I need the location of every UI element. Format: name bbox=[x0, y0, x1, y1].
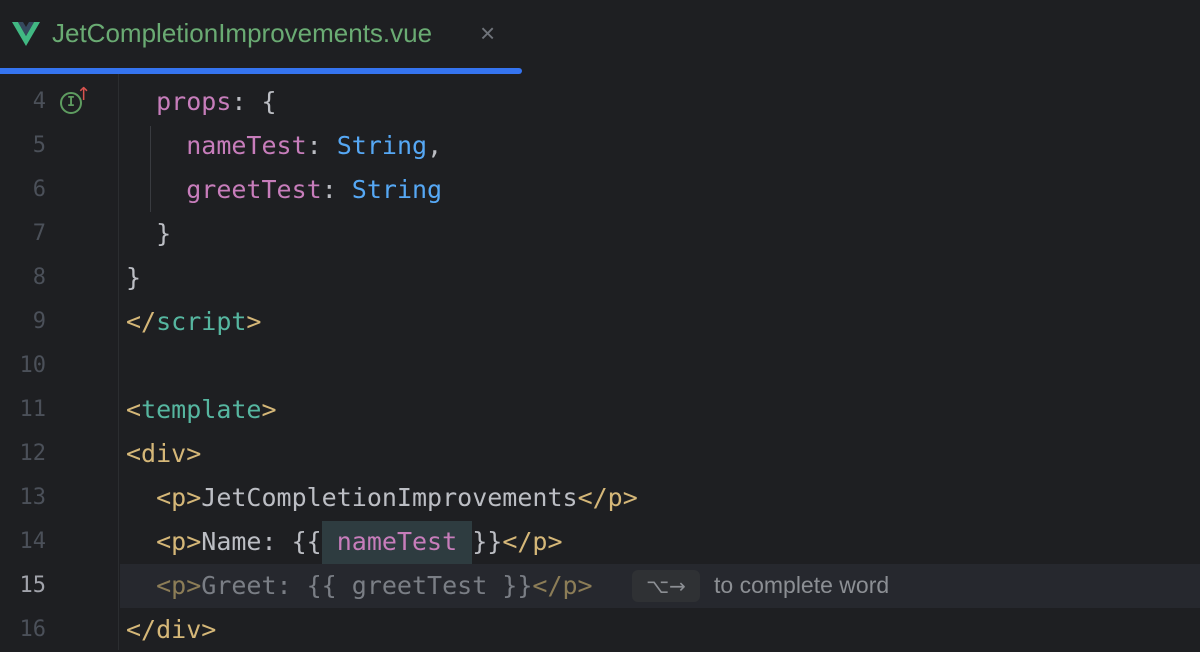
code-token: , bbox=[427, 131, 442, 160]
editor-tab-bar: JetCompletionImprovements.vue × bbox=[0, 0, 1200, 74]
code-token: String bbox=[352, 175, 442, 204]
vue-icon bbox=[12, 22, 40, 46]
code-text: props: { bbox=[126, 87, 277, 116]
line-number: 14 bbox=[0, 529, 46, 554]
code-token bbox=[126, 571, 156, 600]
code-token: < bbox=[126, 395, 141, 424]
line-number: 6 bbox=[0, 177, 46, 202]
code-token: </p> bbox=[502, 527, 562, 556]
code-token bbox=[126, 175, 186, 204]
code-line[interactable]: 9 </script> bbox=[0, 300, 1200, 344]
code-token: > bbox=[246, 307, 261, 336]
code-text: <p>JetCompletionImprovements</p> bbox=[126, 483, 638, 512]
code-token: </ bbox=[126, 307, 156, 336]
code-line[interactable]: 13 <p>JetCompletionImprovements</p> bbox=[0, 476, 1200, 520]
code-token: <div> bbox=[126, 439, 201, 468]
code-text: greetTest: String bbox=[126, 175, 442, 204]
override-arrow-icon[interactable]: ↑ bbox=[76, 84, 91, 105]
code-token: <p> bbox=[156, 483, 201, 512]
line-number: 12 bbox=[0, 441, 46, 466]
completion-hint-text: to complete word bbox=[714, 572, 889, 599]
code-line[interactable]: 4 props: { bbox=[0, 80, 1200, 124]
line-number: 8 bbox=[0, 265, 46, 290]
code-text: <p>Name: {{ nameTest }}</p> bbox=[126, 527, 563, 556]
code-token bbox=[126, 87, 156, 116]
code-line[interactable]: 12 <div> bbox=[0, 432, 1200, 476]
code-token: } bbox=[126, 219, 171, 248]
code-token bbox=[126, 483, 156, 512]
line-number: 16 bbox=[0, 617, 46, 642]
code-token: </div> bbox=[126, 615, 216, 644]
code-line[interactable]: 8} bbox=[0, 256, 1200, 300]
code-line[interactable]: 10 bbox=[0, 344, 1200, 388]
code-line[interactable]: 11 <template> bbox=[0, 388, 1200, 432]
code-line[interactable]: 7 } bbox=[0, 212, 1200, 256]
code-text: <div> bbox=[126, 439, 201, 468]
code-text: <template> bbox=[126, 395, 277, 424]
line-number: 4 bbox=[0, 89, 46, 114]
code-line[interactable]: 15 <p>Greet: {{ greetTest }}</p> ⌥→ to com… bbox=[0, 564, 1200, 608]
code-token: props bbox=[156, 87, 231, 116]
code-token: </p> bbox=[532, 571, 592, 600]
code-token: > bbox=[261, 395, 276, 424]
shortcut-badge: ⌥→ bbox=[632, 570, 700, 602]
code-text: } bbox=[126, 219, 171, 248]
tab-jetcompletionimprovements-vue[interactable]: JetCompletionImprovements.vue × bbox=[0, 0, 522, 74]
line-number: 15 bbox=[0, 573, 46, 598]
code-text: </script> bbox=[126, 307, 261, 336]
code-token: nameTest bbox=[322, 521, 473, 564]
code-token: greetTest bbox=[186, 175, 321, 204]
code-text: nameTest: String, bbox=[126, 131, 442, 160]
code-token: } bbox=[126, 263, 141, 292]
code-token: template bbox=[141, 395, 261, 424]
code-token: Name: {{ bbox=[201, 527, 321, 556]
line-number: 10 bbox=[0, 353, 46, 378]
code-line[interactable]: 16 </div> bbox=[0, 608, 1200, 652]
code-token: String bbox=[337, 131, 427, 160]
code-token: : bbox=[322, 175, 352, 204]
code-token: Greet: {{ greetTest }} bbox=[201, 571, 532, 600]
code-token bbox=[126, 527, 156, 556]
code-token: <p> bbox=[156, 527, 201, 556]
code-token: script bbox=[156, 307, 246, 336]
code-line[interactable]: 6 greetTest: String bbox=[0, 168, 1200, 212]
code-line[interactable]: 14 <p>Name: {{ nameTest }}</p> bbox=[0, 520, 1200, 564]
code-token: }} bbox=[472, 527, 502, 556]
active-tab-indicator bbox=[0, 68, 522, 74]
close-icon[interactable]: × bbox=[480, 18, 495, 49]
line-number: 7 bbox=[0, 221, 46, 246]
code-token: </p> bbox=[578, 483, 638, 512]
code-token: <p> bbox=[156, 571, 201, 600]
code-line[interactable]: 5 nameTest: String, bbox=[0, 124, 1200, 168]
code-token: JetCompletionImprovements bbox=[201, 483, 577, 512]
code-token bbox=[126, 131, 186, 160]
code-token: : bbox=[307, 131, 337, 160]
line-number: 5 bbox=[0, 133, 46, 158]
code-token: nameTest bbox=[186, 131, 306, 160]
code-token: : { bbox=[231, 87, 276, 116]
code-text: } bbox=[126, 263, 141, 292]
line-number: 9 bbox=[0, 309, 46, 334]
indent-guide bbox=[150, 126, 151, 212]
code-text: </div> bbox=[126, 615, 216, 644]
tab-title: JetCompletionImprovements.vue bbox=[52, 18, 432, 49]
line-number: 13 bbox=[0, 485, 46, 510]
line-number: 11 bbox=[0, 397, 46, 422]
code-text: <p>Greet: {{ greetTest }}</p> bbox=[126, 571, 593, 600]
